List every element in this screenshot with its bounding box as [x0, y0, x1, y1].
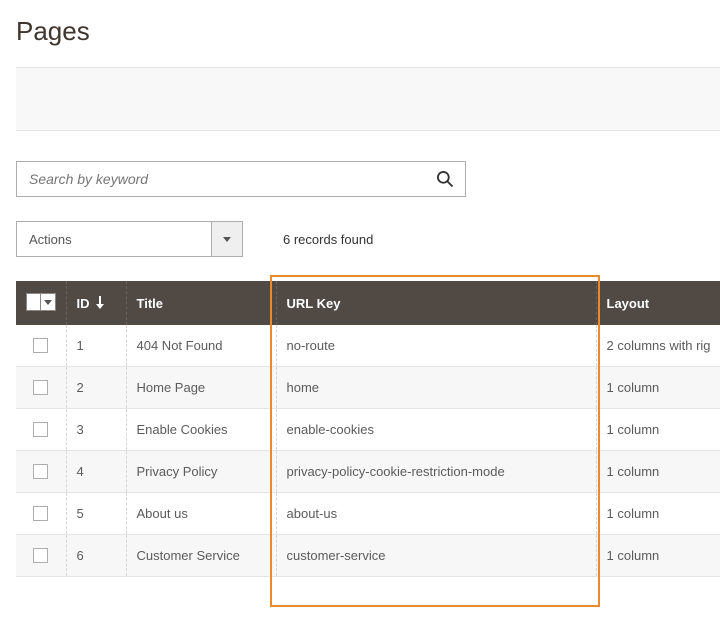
actions-dropdown[interactable]: Actions	[16, 221, 243, 257]
col-header-layout[interactable]: Layout	[596, 281, 720, 325]
cell-id: 2	[66, 367, 126, 409]
cell-id: 3	[66, 409, 126, 451]
cell-layout: 2 columns with rig	[596, 325, 720, 367]
cell-layout: 1 column	[596, 451, 720, 493]
pages-grid: ID Title URL Key Layout 1404 Not Foundno…	[16, 281, 720, 577]
cell-id: 4	[66, 451, 126, 493]
row-checkbox[interactable]	[33, 506, 48, 521]
cell-layout: 1 column	[596, 409, 720, 451]
records-found: 6 records found	[283, 232, 373, 247]
cell-title: Privacy Policy	[126, 451, 276, 493]
cell-layout: 1 column	[596, 493, 720, 535]
row-checkbox[interactable]	[33, 464, 48, 479]
cell-id: 6	[66, 535, 126, 577]
col-header-select[interactable]	[16, 281, 66, 325]
cell-title: Customer Service	[126, 535, 276, 577]
cell-id: 5	[66, 493, 126, 535]
cell-layout: 1 column	[596, 367, 720, 409]
search-row	[16, 161, 720, 197]
select-all-checkbox[interactable]	[26, 293, 56, 311]
col-header-id-label: ID	[77, 296, 90, 311]
table-row[interactable]: 5About usabout-us1 column	[16, 493, 720, 535]
cell-title: About us	[126, 493, 276, 535]
cell-url-key: no-route	[276, 325, 596, 367]
cell-url-key: customer-service	[276, 535, 596, 577]
toolbar-band	[16, 67, 720, 131]
chevron-down-icon	[223, 237, 231, 242]
table-row[interactable]: 1404 Not Foundno-route2 columns with rig	[16, 325, 720, 367]
col-header-id[interactable]: ID	[66, 281, 126, 325]
search-input[interactable]	[27, 170, 435, 188]
sort-desc-icon	[96, 296, 104, 310]
actions-label: Actions	[16, 221, 211, 257]
row-checkbox[interactable]	[33, 422, 48, 437]
cell-title: Home Page	[126, 367, 276, 409]
table-row[interactable]: 2Home Pagehome1 column	[16, 367, 720, 409]
actions-toggle[interactable]	[211, 221, 243, 257]
cell-url-key: enable-cookies	[276, 409, 596, 451]
row-checkbox[interactable]	[33, 548, 48, 563]
chevron-down-icon	[44, 300, 52, 305]
search-icon[interactable]	[435, 169, 455, 189]
cell-url-key: privacy-policy-cookie-restriction-mode	[276, 451, 596, 493]
col-header-url-key[interactable]: URL Key	[276, 281, 596, 325]
cell-id: 1	[66, 325, 126, 367]
cell-url-key: about-us	[276, 493, 596, 535]
grid-wrap: ID Title URL Key Layout 1404 Not Foundno…	[16, 281, 720, 577]
controls-row: Actions 6 records found	[16, 221, 720, 257]
row-checkbox[interactable]	[33, 338, 48, 353]
table-row[interactable]: 6Customer Servicecustomer-service1 colum…	[16, 535, 720, 577]
page-title: Pages	[16, 16, 720, 47]
table-row[interactable]: 4Privacy Policyprivacy-policy-cookie-res…	[16, 451, 720, 493]
search-field-wrap	[16, 161, 466, 197]
row-checkbox[interactable]	[33, 380, 48, 395]
table-row[interactable]: 3Enable Cookiesenable-cookies1 column	[16, 409, 720, 451]
cell-url-key: home	[276, 367, 596, 409]
cell-title: 404 Not Found	[126, 325, 276, 367]
cell-layout: 1 column	[596, 535, 720, 577]
col-header-title[interactable]: Title	[126, 281, 276, 325]
cell-title: Enable Cookies	[126, 409, 276, 451]
